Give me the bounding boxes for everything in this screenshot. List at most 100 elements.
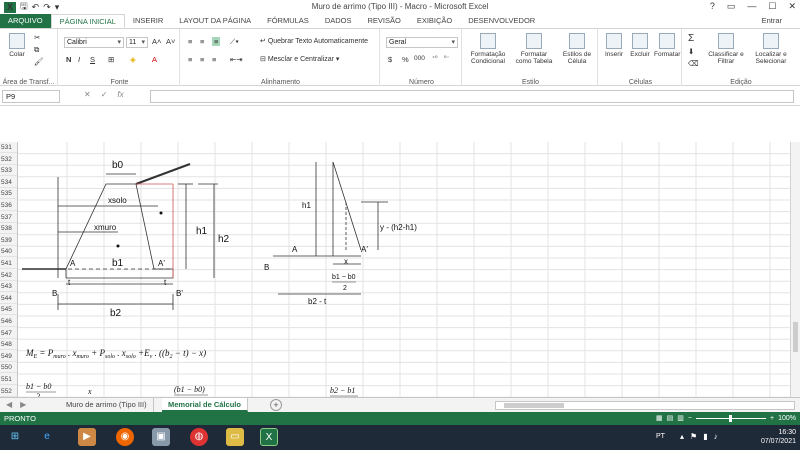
row-header-538[interactable]: 538 xyxy=(0,223,17,235)
clear-icon[interactable]: ⌫ xyxy=(688,59,699,68)
grow-font-icon[interactable]: A˄ xyxy=(152,37,161,46)
computer-icon[interactable]: ▣ xyxy=(152,428,170,446)
tray-language[interactable]: PT xyxy=(656,433,665,440)
sort-filter-button[interactable]: Classificar e Filtrar xyxy=(706,33,746,65)
copy-icon[interactable]: ⧉ xyxy=(34,45,39,55)
row-header-552[interactable]: 552 xyxy=(0,386,17,397)
firefox-icon[interactable]: ◉ xyxy=(116,428,134,446)
tab-home[interactable]: PÁGINA INICIAL xyxy=(50,14,125,28)
row-header-543[interactable]: 543 xyxy=(0,281,17,293)
orientation-icon[interactable]: ⟋▾ xyxy=(230,37,239,47)
conditional-formatting-button[interactable]: Formatação Condicional xyxy=(466,33,510,65)
row-header-536[interactable]: 536 xyxy=(0,200,17,211)
tray-volume-icon[interactable]: ♪ xyxy=(714,432,718,441)
tab-data[interactable]: DADOS xyxy=(317,14,360,28)
vertical-scroll-thumb[interactable] xyxy=(793,322,798,352)
sheet-prev-icon[interactable]: ◀ xyxy=(6,400,12,409)
row-header-533[interactable]: 533 xyxy=(0,165,17,177)
row-header-549[interactable]: 549 xyxy=(0,351,17,362)
align-bottom-icon[interactable]: ≡ xyxy=(212,37,221,46)
help-icon[interactable]: ? xyxy=(710,1,715,12)
tray-flag-icon[interactable]: ⚑ xyxy=(690,432,697,441)
row-header-540[interactable]: 540 xyxy=(0,246,17,258)
tray-network-icon[interactable]: ▮ xyxy=(703,432,707,441)
add-sheet-icon[interactable]: + xyxy=(270,399,282,411)
format-painter-icon[interactable]: 🖌 xyxy=(34,57,44,66)
decrease-decimal-icon[interactable]: ⁰⁻ xyxy=(444,55,450,62)
folder-icon[interactable]: ▭ xyxy=(226,428,244,446)
row-header-544[interactable]: 544 xyxy=(0,293,17,304)
bold-button[interactable]: N xyxy=(66,55,71,64)
currency-button[interactable]: $ xyxy=(388,55,392,64)
align-center-icon[interactable]: ≡ xyxy=(200,55,204,64)
signin-link[interactable]: Entrar xyxy=(762,16,782,25)
tab-review[interactable]: REVISÃO xyxy=(359,14,408,28)
fill-icon[interactable]: ⬇ xyxy=(688,47,694,56)
row-header-545[interactable]: 545 xyxy=(0,304,17,316)
merge-center-button[interactable]: ⊟ Mesclar e Centralizar ▾ xyxy=(260,55,339,63)
enter-icon[interactable]: ✓ xyxy=(101,90,108,99)
start-icon[interactable]: ⊞ xyxy=(6,428,24,446)
row-header-535[interactable]: 535 xyxy=(0,188,17,200)
align-top-icon[interactable]: ≡ xyxy=(188,37,192,46)
row-header-539[interactable]: 539 xyxy=(0,235,17,246)
row-header-547[interactable]: 547 xyxy=(0,328,17,339)
row-header-551[interactable]: 551 xyxy=(0,374,17,385)
wrap-text-button[interactable]: ↵ Quebrar Texto Automaticamente xyxy=(260,37,368,45)
insert-cells-button[interactable]: Inserir xyxy=(602,33,626,58)
percent-button[interactable]: % xyxy=(402,55,409,64)
tray-clock[interactable]: 16:30 07/07/2021 xyxy=(761,428,796,446)
align-middle-icon[interactable]: ≡ xyxy=(200,37,204,46)
row-header-534[interactable]: 534 xyxy=(0,177,17,188)
vertical-scrollbar[interactable] xyxy=(790,142,800,397)
indent-icon[interactable]: ⇤⇥ xyxy=(230,55,243,64)
maximize-icon[interactable]: ☐ xyxy=(768,1,776,12)
font-color-icon[interactable]: A xyxy=(152,55,157,64)
tray-up-icon[interactable]: ▴ xyxy=(680,432,684,441)
delete-cells-button[interactable]: Excluir xyxy=(628,33,652,58)
row-header-541[interactable]: 541 xyxy=(0,258,17,269)
zoom-in-icon[interactable]: + xyxy=(770,415,774,422)
chrome-icon[interactable]: ◍ xyxy=(190,428,208,446)
sheet-next-icon[interactable]: ▶ xyxy=(20,400,26,409)
row-header-548[interactable]: 548 xyxy=(0,339,17,351)
tab-file[interactable]: ARQUIVO xyxy=(0,14,51,28)
normal-view-icon[interactable]: ▦ xyxy=(656,414,663,422)
paste-button[interactable]: Colar xyxy=(4,33,30,58)
fill-color-icon[interactable]: ◈ xyxy=(130,55,136,64)
ie-icon[interactable]: e xyxy=(38,428,56,446)
close-icon[interactable]: ✕ xyxy=(788,1,796,12)
align-right-icon[interactable]: ≡ xyxy=(212,55,216,64)
name-box[interactable]: P9 xyxy=(2,90,60,103)
italic-button[interactable]: I xyxy=(78,55,80,64)
horizontal-scroll-thumb[interactable] xyxy=(504,403,564,408)
tab-formulas[interactable]: FÓRMULAS xyxy=(259,14,317,28)
zoom-slider[interactable] xyxy=(696,414,766,422)
cell-styles-button[interactable]: Estilos de Célula xyxy=(558,33,596,65)
thousands-button[interactable]: 000 xyxy=(414,55,425,62)
page-break-view-icon[interactable]: ▥ xyxy=(677,414,684,422)
row-header-537[interactable]: 537 xyxy=(0,212,17,223)
font-name-select[interactable]: Calibri xyxy=(64,37,124,48)
row-header-546[interactable]: 546 xyxy=(0,316,17,327)
borders-icon[interactable]: ⊞ xyxy=(108,55,114,64)
find-select-button[interactable]: Localizar e Selecionar xyxy=(748,33,794,65)
ribbon-display-icon[interactable]: ▭ xyxy=(727,1,736,12)
zoom-out-icon[interactable]: − xyxy=(688,415,692,422)
font-size-select[interactable]: 11 xyxy=(126,37,148,48)
media-icon[interactable]: ▶ xyxy=(78,428,96,446)
shrink-font-icon[interactable]: A˅ xyxy=(166,37,175,46)
sheet-tab-memorial[interactable]: Memorial de Cálculo xyxy=(162,398,248,412)
horizontal-scrollbar[interactable] xyxy=(495,401,795,410)
tab-insert[interactable]: INSERIR xyxy=(125,14,171,28)
underline-button[interactable]: S xyxy=(90,55,95,64)
zoom-level[interactable]: 100% xyxy=(778,415,796,422)
cancel-icon[interactable]: ✕ xyxy=(84,90,91,99)
format-cells-button[interactable]: Formatar xyxy=(654,33,680,58)
tab-developer[interactable]: DESENVOLVEDOR xyxy=(460,14,543,28)
insert-function-icon[interactable]: fx xyxy=(117,90,123,99)
increase-decimal-icon[interactable]: ⁺⁰ xyxy=(432,55,438,62)
row-header-531[interactable]: 531 xyxy=(0,142,17,153)
format-as-table-button[interactable]: Formatar como Tabela xyxy=(512,33,556,65)
align-left-icon[interactable]: ≡ xyxy=(188,55,192,64)
